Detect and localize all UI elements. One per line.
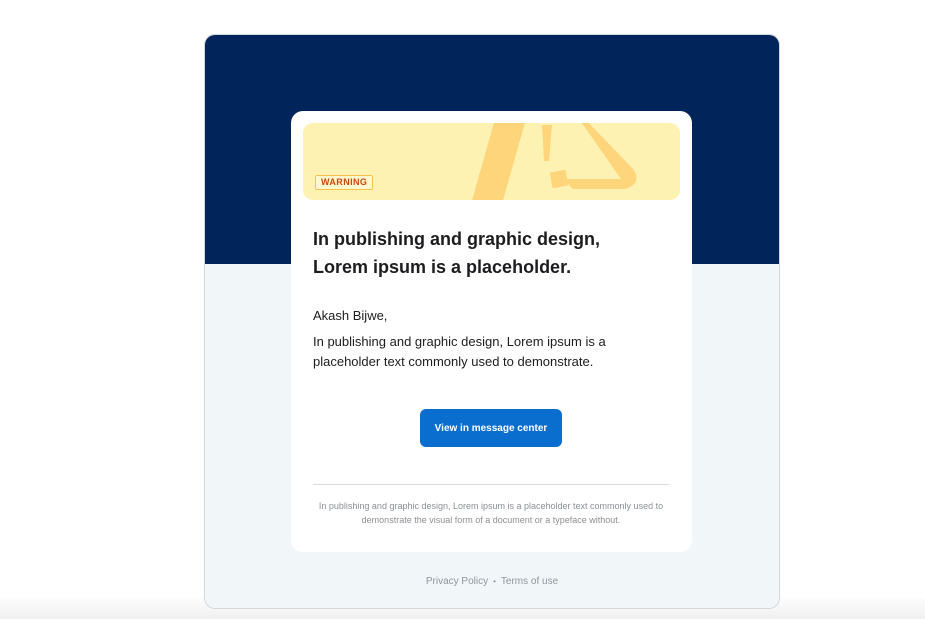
message-title: In publishing and graphic design, Lorem …	[313, 229, 601, 277]
privacy-policy-link[interactable]: Privacy Policy	[426, 576, 488, 587]
message-card: WARNING In publishing and graphic design…	[291, 111, 692, 552]
footnote-text: In publishing and graphic design, Lorem …	[318, 501, 664, 525]
terms-of-use-link[interactable]: Terms of use	[501, 576, 558, 587]
recipient-greeting: Akash Bijwe,	[313, 308, 388, 323]
view-in-message-center-button[interactable]: View in message center	[420, 409, 562, 447]
warning-banner: WARNING	[303, 123, 680, 200]
divider	[313, 484, 669, 485]
warning-badge: WARNING	[315, 175, 374, 190]
footer-links: Privacy Policy • Terms of use	[205, 576, 779, 587]
email-frame: WARNING In publishing and graphic design…	[204, 34, 780, 609]
footer-separator: •	[493, 577, 496, 586]
message-body: In publishing and graphic design, Lorem …	[313, 334, 606, 369]
